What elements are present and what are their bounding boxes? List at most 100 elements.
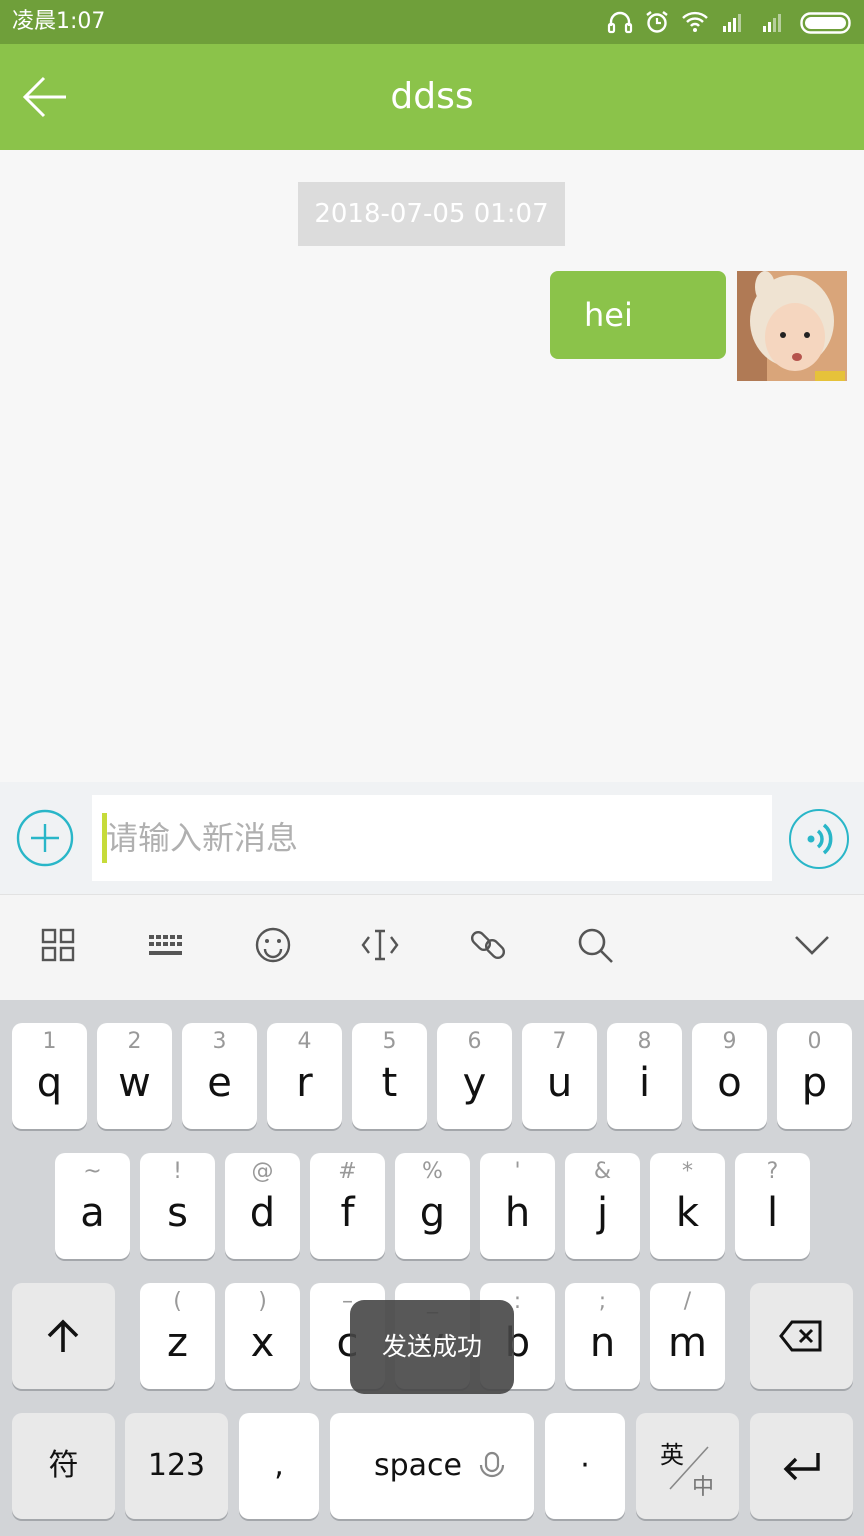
cursor-move-icon[interactable]	[360, 925, 400, 965]
language-switch-key[interactable]: 英 中	[636, 1413, 739, 1519]
apps-grid-icon[interactable]	[38, 925, 78, 965]
key-o-label: o	[717, 1060, 742, 1106]
key-z-alt: (	[173, 1289, 182, 1314]
key-q-alt: 1	[42, 1029, 57, 1054]
key-q-label: q	[36, 1060, 63, 1106]
keyboard-layout-icon[interactable]	[145, 925, 185, 965]
key-n[interactable]: ; n	[565, 1283, 640, 1389]
key-r-alt: 4	[297, 1029, 312, 1054]
key-k-label: k	[675, 1190, 700, 1236]
key-h[interactable]: ' h	[480, 1153, 555, 1259]
key-w-alt: 2	[127, 1029, 142, 1054]
key-x-label: x	[250, 1320, 275, 1366]
key-f-label: f	[340, 1190, 355, 1236]
key-f-alt: #	[338, 1159, 357, 1184]
outgoing-message-bubble[interactable]: hei	[550, 271, 726, 359]
signal-icon-2	[763, 14, 781, 32]
key-x[interactable]: ) x	[225, 1283, 300, 1389]
key-g[interactable]: % g	[395, 1153, 470, 1259]
key-d[interactable]: @ d	[225, 1153, 300, 1259]
key-d-alt: @	[251, 1159, 274, 1184]
key-e[interactable]: 3e	[182, 1023, 257, 1129]
battery-icon	[800, 12, 851, 34]
link-icon[interactable]	[468, 925, 508, 965]
key-g-alt: %	[422, 1159, 443, 1184]
backspace-key[interactable]	[750, 1283, 853, 1389]
wifi-icon	[682, 11, 708, 32]
key-p-alt: 0	[807, 1029, 822, 1054]
search-icon[interactable]	[575, 925, 615, 965]
key-j-label: j	[596, 1190, 609, 1236]
key-a-label: a	[80, 1190, 105, 1236]
chat-title: ddss	[390, 76, 474, 117]
key-f[interactable]: # f	[310, 1153, 385, 1259]
key-j[interactable]: & j	[565, 1153, 640, 1259]
signal-icon	[723, 14, 741, 32]
message-input-placeholder: 请输入新消息	[106, 819, 299, 857]
key-r[interactable]: 4r	[267, 1023, 342, 1129]
key-k-alt: *	[682, 1159, 693, 1184]
comma-key[interactable]: ,	[239, 1413, 319, 1519]
key-r-label: r	[296, 1060, 313, 1106]
headset-icon	[607, 11, 633, 34]
key-w[interactable]: 2w	[97, 1023, 172, 1129]
chevron-down-icon[interactable]	[792, 925, 832, 965]
message-timestamp: 2018-07-05 01:07	[298, 182, 565, 246]
message-input[interactable]: 请输入新消息	[92, 795, 772, 881]
key-n-label: n	[589, 1320, 616, 1366]
key-d-label: d	[249, 1190, 276, 1236]
key-h-alt: '	[514, 1159, 521, 1184]
key-m-alt: /	[683, 1289, 692, 1314]
period-key[interactable]: ·	[545, 1413, 625, 1519]
numbers-key[interactable]: 123	[125, 1413, 228, 1519]
key-l[interactable]: ? l	[735, 1153, 810, 1259]
enter-key[interactable]	[750, 1413, 853, 1519]
key-s[interactable]: ! s	[140, 1153, 215, 1259]
key-i-alt: 8	[637, 1029, 652, 1054]
key-o[interactable]: 9o	[692, 1023, 767, 1129]
key-q[interactable]: 1q	[12, 1023, 87, 1129]
key-k[interactable]: * k	[650, 1153, 725, 1259]
status-bar: 凌晨1:07	[0, 0, 864, 44]
key-t-alt: 5	[382, 1029, 397, 1054]
emoji-icon[interactable]	[253, 925, 293, 965]
key-t-label: t	[381, 1060, 398, 1106]
key-y-label: y	[462, 1060, 487, 1106]
key-y[interactable]: 6y	[437, 1023, 512, 1129]
key-a-alt: ~	[83, 1159, 102, 1184]
key-i[interactable]: 8i	[607, 1023, 682, 1129]
voice-input-icon[interactable]	[788, 808, 850, 870]
key-j-alt: &	[593, 1159, 612, 1184]
key-u-label: u	[546, 1060, 573, 1106]
key-a[interactable]: ~ a	[55, 1153, 130, 1259]
shift-arrow-icon	[47, 1319, 79, 1352]
add-attachment-icon[interactable]	[15, 808, 75, 868]
shift-key[interactable]	[12, 1283, 115, 1389]
key-m[interactable]: / m	[650, 1283, 725, 1389]
key-w-label: w	[118, 1060, 151, 1106]
key-z[interactable]: (z	[140, 1283, 215, 1389]
back-arrow-icon[interactable]	[18, 72, 72, 122]
key-g-label: g	[419, 1190, 446, 1236]
key-s-label: s	[167, 1190, 188, 1236]
key-t[interactable]: 5t	[352, 1023, 427, 1129]
key-e-alt: 3	[212, 1029, 227, 1054]
avatar[interactable]	[737, 271, 847, 381]
key-z-label: z	[167, 1320, 188, 1366]
key-u[interactable]: 7u	[522, 1023, 597, 1129]
toast-message: 发送成功	[350, 1300, 514, 1394]
key-x-alt: )	[258, 1289, 267, 1314]
microphone-icon	[479, 1451, 505, 1478]
language-divider-icon	[669, 1446, 709, 1490]
key-l-label: l	[766, 1190, 779, 1236]
space-key[interactable]: space	[330, 1413, 534, 1519]
key-e-label: e	[207, 1060, 232, 1106]
key-p[interactable]: 0p	[777, 1023, 852, 1129]
keyboard-toolbar	[0, 894, 864, 1001]
comma-key-label: ,	[274, 1448, 284, 1483]
status-time: 凌晨1:07	[12, 9, 106, 34]
symbols-key[interactable]: 符	[12, 1413, 115, 1519]
baby-avatar-image	[737, 271, 847, 381]
chat-area[interactable]: 2018-07-05 01:07 hei	[0, 150, 864, 782]
key-n-alt: ;	[598, 1289, 607, 1314]
